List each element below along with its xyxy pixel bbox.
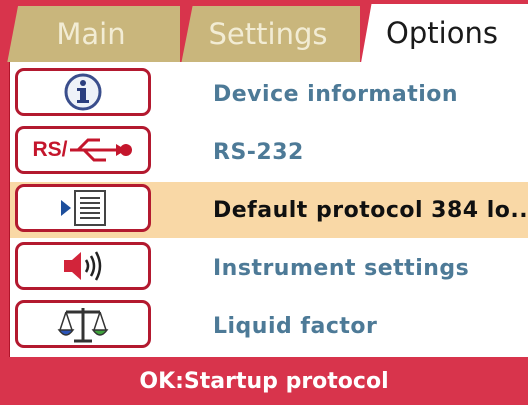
status-bar: OK:Startup protocol	[0, 357, 528, 405]
scale-icon-button[interactable]	[15, 300, 151, 348]
options-menu: Device information RS/ RS-232 Default pr…	[9, 62, 528, 357]
menu-item-label: RS-232	[213, 139, 304, 165]
selection-arrow-icon	[61, 200, 71, 216]
menu-item-device-information[interactable]: Device information	[10, 66, 528, 122]
menu-item-label: Instrument settings	[213, 255, 470, 281]
balance-scale-icon	[57, 308, 109, 343]
tab-main[interactable]: Main	[7, 6, 180, 62]
info-icon	[64, 73, 102, 111]
status-text: OK:Startup protocol	[139, 368, 389, 394]
tab-bar: Main Settings Options	[0, 0, 528, 62]
protocol-icon-button[interactable]	[15, 184, 151, 232]
protocol-list-icon	[74, 190, 106, 226]
menu-item-label: Default protocol 384 lo...	[213, 197, 528, 223]
tab-settings-label: Settings	[208, 17, 328, 51]
menu-item-label: Liquid factor	[213, 313, 378, 339]
menu-item-instrument-settings[interactable]: Instrument settings	[10, 240, 528, 296]
rs232-icon-text: RS/	[32, 138, 68, 161]
tab-settings[interactable]: Settings	[181, 6, 360, 62]
menu-item-liquid-factor[interactable]: Liquid factor	[10, 298, 528, 354]
menu-item-rs232[interactable]: RS/ RS-232	[10, 124, 528, 180]
speaker-icon-button[interactable]	[15, 242, 151, 290]
speaker-icon	[64, 251, 102, 281]
menu-item-default-protocol[interactable]: Default protocol 384 lo...	[10, 182, 528, 238]
tab-options[interactable]: Options	[361, 4, 528, 62]
tab-options-label: Options	[386, 16, 498, 50]
tab-main-label: Main	[56, 17, 126, 51]
usb-icon	[69, 138, 132, 162]
rs232-icon-button[interactable]: RS/	[15, 126, 151, 174]
info-icon-button[interactable]	[15, 68, 151, 116]
menu-item-label: Device information	[213, 81, 459, 107]
